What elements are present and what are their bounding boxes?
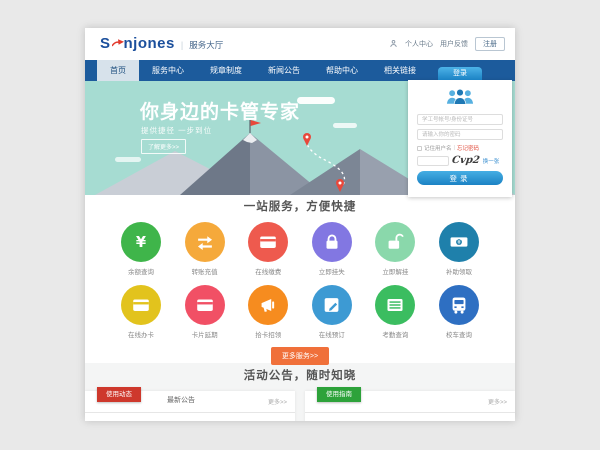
service-label: 余额查询 — [113, 266, 169, 276]
service-item[interactable]: 立即挂失 — [304, 222, 360, 276]
megaphone-icon — [248, 285, 288, 325]
nav-item-help-center[interactable]: 帮助中心 — [313, 60, 371, 81]
service-label: 考勤查询 — [367, 329, 423, 339]
service-label: 在线缴费 — [240, 266, 296, 276]
login-tab[interactable]: 登录 — [438, 67, 482, 80]
service-item[interactable]: ¥ 余额查询 — [113, 222, 169, 276]
user-feedback-link[interactable]: 用户反馈 — [440, 39, 468, 49]
service-item[interactable]: 校车查询 — [431, 285, 487, 339]
nav-item-news[interactable]: 新闻公告 — [255, 60, 313, 81]
service-item[interactable]: 转账充值 — [177, 222, 233, 276]
hero-title: 你身边的卡管专家 — [140, 97, 300, 124]
personal-center-link[interactable]: 个人中心 — [405, 39, 433, 49]
login-options-row: 记住用户名 | 忘记密码 — [417, 144, 503, 152]
service-item[interactable]: ¥ 补助领取 — [431, 222, 487, 276]
service-item[interactable]: 在线预订 — [304, 285, 360, 339]
banknote-icon: ¥ — [439, 222, 479, 262]
service-item[interactable]: 拾卡招领 — [240, 285, 296, 339]
bus-icon — [439, 285, 479, 325]
announcements-section: 活动公告，随时知晓 使用动态 最新公告 更多>> 使用指南 更多>> — [85, 363, 515, 421]
forgot-password-link[interactable]: 忘记密码 — [457, 144, 479, 152]
logo-divider: | — [181, 40, 183, 50]
logo-arrow-icon — [112, 35, 124, 53]
login-panel: 登录 记住用户名 | 忘记密码 Cvp2 换一张 登录 — [408, 80, 512, 197]
nav-item-home[interactable]: 首页 — [97, 60, 139, 81]
announcement-panel-left: 使用动态 最新公告 更多>> — [85, 391, 295, 421]
service-label: 立即解挂 — [367, 266, 423, 276]
hero-learn-more-button[interactable]: 了解更多>> — [141, 139, 186, 154]
nav-item-service-center[interactable]: 服务中心 — [139, 60, 197, 81]
tab-latest-announcements[interactable]: 最新公告 — [167, 391, 195, 411]
services-section: 一站服务，方便快捷 ¥ 余额查询 转账充值 在线缴费 立即挂失 立即解挂 ¥ 补… — [85, 195, 515, 363]
service-label: 卡片延期 — [177, 329, 233, 339]
header-right: 个人中心 用户反馈 注册 — [389, 35, 505, 53]
username-input[interactable] — [417, 114, 503, 125]
announcement-panel-right: 使用指南 更多>> — [305, 391, 515, 421]
announcement-panels: 使用动态 最新公告 更多>> 使用指南 更多>> — [85, 391, 515, 421]
nav-item-links[interactable]: 相关链接 — [371, 60, 429, 81]
captcha-input[interactable] — [417, 156, 449, 166]
password-input[interactable] — [417, 129, 503, 140]
service-item[interactable]: 在线办卡 — [113, 285, 169, 339]
divider: | — [454, 145, 455, 151]
remember-checkbox[interactable] — [417, 146, 422, 151]
service-label: 在线办卡 — [113, 329, 169, 339]
captcha-row: Cvp2 换一张 — [417, 155, 503, 166]
person-icon — [389, 35, 398, 53]
service-row-1: ¥ 余额查询 转账充值 在线缴费 立即挂失 立即解挂 ¥ 补助领取 — [85, 222, 515, 276]
edit-icon — [312, 285, 352, 325]
more-services-button[interactable]: 更多服务>> — [271, 347, 329, 365]
service-label: 在线预订 — [304, 329, 360, 339]
more-link[interactable]: 更多>> — [488, 397, 507, 406]
ribbon-usage-news[interactable]: 使用动态 — [97, 387, 141, 402]
map-pin-icon — [303, 133, 311, 146]
list-icon — [375, 285, 415, 325]
logo-suffix: 服务大厅 — [189, 39, 223, 51]
captcha-refresh-link[interactable]: 换一张 — [483, 157, 500, 165]
more-link[interactable]: 更多>> — [268, 397, 287, 406]
service-row-2: 在线办卡 卡片延期 拾卡招领 在线预订 考勤查询 校车查询 — [85, 285, 515, 339]
transfer-icon — [185, 222, 225, 262]
captcha-image[interactable]: Cvp2 — [451, 155, 480, 166]
service-item[interactable]: 卡片延期 — [177, 285, 233, 339]
service-label: 立即挂失 — [304, 266, 360, 276]
header: S njones | 服务大厅 个人中心 用户反馈 注册 — [85, 28, 515, 60]
ribbon-usage-guide[interactable]: 使用指南 — [317, 387, 361, 402]
logo-text-1: S — [100, 35, 111, 52]
cloud-shape — [297, 97, 335, 104]
login-button[interactable]: 登录 — [417, 171, 503, 185]
service-item[interactable]: 考勤查询 — [367, 285, 423, 339]
nav-item-rules[interactable]: 规章制度 — [197, 60, 255, 81]
svg-text:¥: ¥ — [457, 239, 461, 246]
card-icon — [248, 222, 288, 262]
lock-icon — [312, 222, 352, 262]
service-label: 拾卡招领 — [240, 329, 296, 339]
service-label: 转账充值 — [177, 266, 233, 276]
service-item[interactable]: 立即解挂 — [367, 222, 423, 276]
svg-text:¥: ¥ — [136, 234, 147, 251]
services-title: 一站服务，方便快捷 — [85, 200, 515, 214]
logo[interactable]: S njones | 服务大厅 — [100, 35, 223, 53]
card-icon — [185, 285, 225, 325]
panel-head: 使用指南 更多>> — [305, 391, 515, 413]
panel-head: 使用动态 最新公告 更多>> — [85, 391, 295, 413]
page: S njones | 服务大厅 个人中心 用户反馈 注册 首页 服务中心 规章制… — [85, 28, 515, 421]
lock-open-icon — [375, 222, 415, 262]
users-group-icon — [417, 88, 503, 110]
service-label: 补助领取 — [431, 266, 487, 276]
register-button[interactable]: 注册 — [475, 37, 505, 51]
service-item[interactable]: 在线缴费 — [240, 222, 296, 276]
announcements-title: 活动公告，随时知晓 — [85, 369, 515, 383]
logo-text-2: njones — [124, 35, 175, 52]
card-icon — [121, 285, 161, 325]
remember-label: 记住用户名 — [424, 144, 452, 152]
yen-icon: ¥ — [121, 222, 161, 262]
service-label: 校车查询 — [431, 329, 487, 339]
hero-subtitle: 提供捷径 一步到位 — [141, 125, 212, 136]
